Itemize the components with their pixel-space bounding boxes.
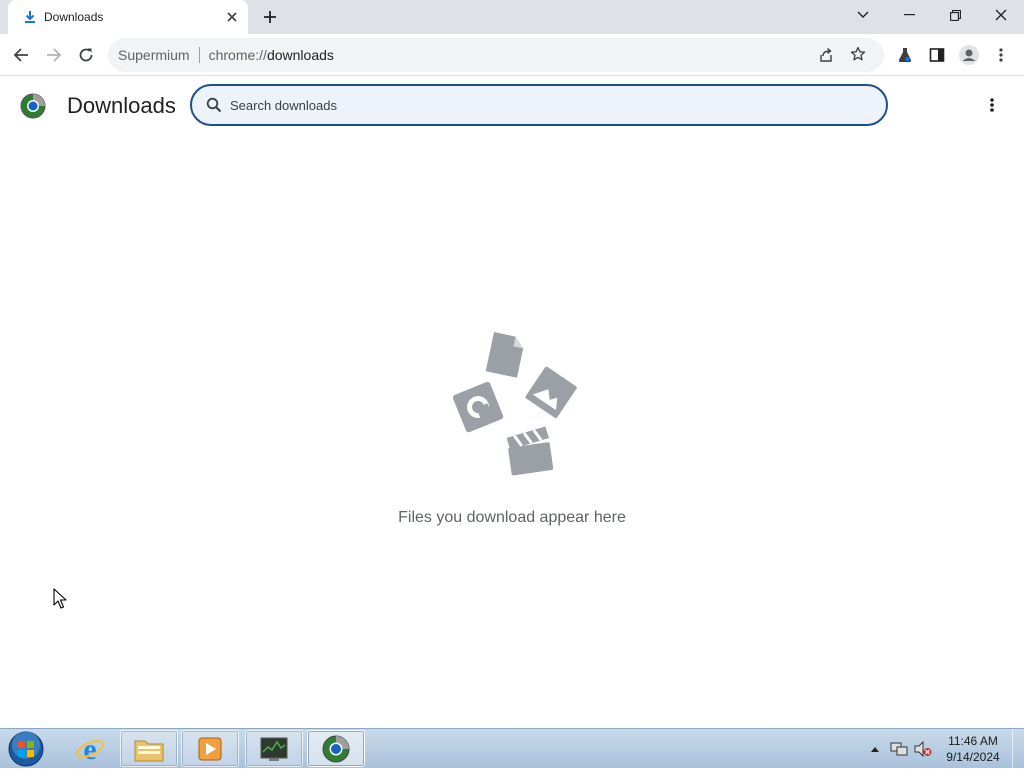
tab-search-button[interactable] — [840, 0, 886, 30]
show-hidden-icons-button[interactable] — [868, 729, 882, 769]
document-icon — [485, 332, 524, 378]
taskbar-media-player[interactable] — [181, 730, 239, 767]
downloads-header: Downloads — [0, 77, 1024, 133]
forward-button[interactable] — [39, 40, 69, 70]
download-icon — [22, 9, 38, 25]
system-clock[interactable]: 11:46 AM 9/14/2024 — [940, 733, 1006, 765]
close-window-button[interactable] — [978, 0, 1024, 30]
restore-button[interactable] — [932, 0, 978, 30]
tab-downloads[interactable]: Downloads — [8, 0, 248, 34]
chevron-up-icon — [871, 747, 879, 752]
clock-date: 9/14/2024 — [946, 750, 1000, 764]
address-bar[interactable]: Supermium chrome://downloads — [108, 38, 884, 72]
minimize-button[interactable] — [886, 0, 932, 30]
taskbar-task-manager[interactable] — [245, 730, 303, 767]
chevron-down-icon — [857, 11, 869, 18]
share-icon[interactable] — [818, 47, 834, 66]
downloads-menu-button[interactable] — [980, 93, 1004, 117]
reload-button[interactable] — [71, 40, 101, 70]
windows-orb-icon — [8, 731, 44, 767]
address-separator — [198, 47, 200, 63]
restore-icon — [949, 9, 961, 21]
network-tray-button[interactable] — [888, 729, 910, 769]
profile-button[interactable] — [954, 40, 984, 70]
site-name: Supermium — [118, 47, 190, 63]
start-button[interactable] — [4, 731, 48, 767]
tab-strip: Downloads — [0, 0, 1024, 34]
volume-tray-button[interactable] — [912, 729, 934, 769]
folder-icon — [134, 740, 164, 761]
internet-explorer-icon: e — [76, 734, 104, 764]
page-title: Downloads — [67, 93, 176, 118]
side-panel-button[interactable] — [922, 40, 952, 70]
new-tab-button[interactable] — [258, 6, 282, 28]
taskbar-file-explorer[interactable] — [120, 730, 178, 767]
close-tab-icon[interactable] — [222, 7, 242, 27]
side-panel-icon — [929, 48, 945, 62]
audio-icon — [452, 381, 504, 433]
back-button[interactable] — [6, 40, 36, 70]
empty-downloads-illustration — [452, 332, 577, 476]
reload-icon — [79, 48, 93, 62]
back-arrow-icon — [13, 48, 28, 62]
more-vertical-icon — [999, 48, 1003, 62]
supermium-icon — [322, 735, 350, 762]
video-icon — [506, 426, 554, 476]
network-icon — [890, 742, 908, 756]
media-player-icon — [198, 737, 222, 760]
search-icon — [206, 97, 222, 113]
search-downloads-box[interactable] — [190, 84, 888, 126]
task-manager-icon — [260, 737, 288, 761]
clock-time: 11:46 AM — [948, 734, 998, 748]
browser-toolbar: Supermium chrome://downloads — [0, 34, 1024, 76]
taskbar-internet-explorer[interactable]: e — [61, 730, 119, 767]
url-path: downloads — [266, 47, 334, 63]
avatar-icon — [959, 45, 979, 65]
minimize-icon — [903, 14, 915, 16]
close-icon — [995, 9, 1007, 21]
supermium-logo-icon — [20, 93, 46, 119]
search-downloads-input[interactable] — [230, 97, 870, 113]
tab-title: Downloads — [44, 10, 104, 24]
forward-arrow-icon — [47, 48, 62, 62]
more-vertical-icon — [990, 98, 994, 112]
mouse-cursor-icon — [53, 588, 67, 609]
url-scheme: chrome:// — [208, 47, 267, 63]
volume-muted-icon — [914, 741, 932, 757]
svg-text:e: e — [83, 734, 96, 764]
windows-taskbar: e 11:46 AM 9/14/2024 — [0, 728, 1024, 769]
bookmark-star-icon[interactable] — [850, 46, 866, 65]
image-icon — [525, 366, 577, 418]
show-desktop-button[interactable] — [1012, 729, 1024, 769]
lab-flask-icon — [898, 48, 912, 62]
empty-state-message: Files you download appear here — [398, 509, 626, 526]
extensions-button[interactable] — [890, 40, 920, 70]
browser-menu-button[interactable] — [986, 40, 1016, 70]
taskbar-supermium[interactable] — [307, 730, 365, 767]
